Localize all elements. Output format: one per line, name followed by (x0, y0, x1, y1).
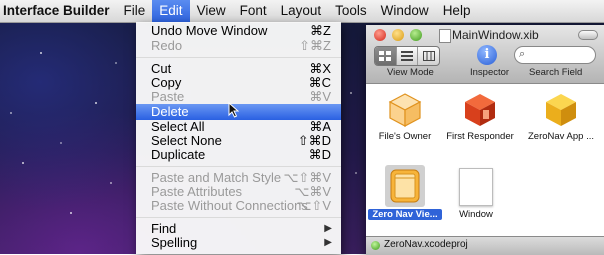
menu-item-label: Paste and Match Style (151, 170, 282, 185)
menu-item-shortcut: ⌥⇧V (296, 198, 331, 213)
menu-item-shortcut: ⌥⇧⌘V (283, 170, 331, 185)
inspector-button[interactable]: i (477, 45, 497, 65)
object-view-controller[interactable]: Zero Nav Vie... (368, 165, 442, 237)
menu-help[interactable]: Help (436, 0, 478, 22)
menu-item-shortcut: ⌥⌘V (294, 184, 331, 199)
yellow-cube-icon (546, 94, 576, 126)
menu-item-shortcut: ⌘X (309, 61, 331, 76)
view-mode-control (374, 46, 440, 66)
search-field[interactable]: ⌕ (514, 46, 596, 64)
menu-item-label: Spelling (151, 235, 198, 250)
menu-item-label: Delete (151, 104, 189, 119)
object-caption: First Responder (446, 131, 514, 142)
menu-separator (136, 166, 341, 167)
menu-item-label: Paste Without Connections (151, 198, 308, 213)
icon-grid-icon (379, 51, 392, 61)
menu-item-shortcut: ⌘C (308, 75, 331, 90)
menu-item-label: Redo (151, 38, 183, 53)
minimize-button[interactable] (392, 29, 404, 41)
object-caption: Window (459, 209, 493, 220)
menu-item-label: Select All (151, 119, 205, 134)
xib-file-icon (439, 29, 451, 43)
menu-item-label: Paste Attributes (151, 184, 243, 199)
close-button[interactable] (374, 29, 386, 41)
object-caption: File's Owner (378, 131, 432, 142)
menu-window[interactable]: Window (374, 0, 436, 22)
window-titlebar[interactable]: MainWindow.xib View Mode i Inspector ⌕ S… (366, 25, 604, 84)
edit-menu-dropdown: Undo Move Window ⌘Z Redo ⇧⌘Z Cut ⌘X Copy… (136, 22, 341, 254)
menu-item-shortcut: ⌘V (309, 89, 331, 104)
window-icon (459, 168, 493, 206)
project-name: ZeroNav.xcodeproj (384, 239, 468, 250)
menu-layout[interactable]: Layout (274, 0, 329, 22)
object-caption: Zero Nav Vie... (368, 209, 442, 220)
view-mode-columns[interactable] (418, 47, 439, 65)
menu-item-paste-match-style[interactable]: Paste and Match Style ⌥⇧⌘V (136, 171, 341, 185)
menu-separator (136, 57, 341, 58)
menu-item-select-all[interactable]: Select All ⌘A (136, 120, 341, 134)
submenu-arrow-icon: ▶ (324, 223, 332, 234)
menu-interface-builder[interactable]: Interface Builder (0, 0, 117, 22)
menu-item-label: Find (151, 221, 177, 236)
object-files-owner[interactable]: File's Owner (368, 89, 442, 161)
menu-item-paste-without-connections[interactable]: Paste Without Connections ⌥⇧V (136, 199, 341, 213)
menu-edit[interactable]: Edit (152, 0, 190, 22)
view-mode-label: View Mode (387, 67, 434, 78)
mouse-pointer-icon (228, 102, 239, 118)
status-bar: ZeroNav.xcodeproj (366, 236, 604, 255)
object-caption: ZeroNav App ... (527, 131, 594, 142)
view-controller-icon (390, 169, 420, 203)
view-mode-list[interactable] (397, 47, 419, 65)
menu-item-duplicate[interactable]: Duplicate ⌘D (136, 148, 341, 162)
search-icon: ⌕ (519, 48, 526, 60)
list-icon (401, 51, 413, 61)
menu-item-shortcut: ⌘D (308, 147, 331, 162)
menu-item-shortcut: ⇧⌘Z (299, 38, 331, 53)
document-window: MainWindow.xib View Mode i Inspector ⌕ S… (366, 25, 604, 255)
menu-item-label: Duplicate (151, 147, 206, 162)
toolbar-toggle-button[interactable] (578, 30, 598, 40)
menu-item-paste-attributes[interactable]: Paste Attributes ⌥⌘V (136, 185, 341, 199)
object-app-delegate[interactable]: ZeroNav App ... (524, 89, 598, 161)
menu-item-copy[interactable]: Copy ⌘C (136, 76, 341, 90)
object-window[interactable]: Window (439, 165, 513, 237)
menu-item-shortcut: ⇧⌘D (297, 133, 331, 148)
view-mode-icons[interactable] (375, 47, 397, 65)
object-first-responder[interactable]: First Responder (443, 89, 517, 161)
menu-file[interactable]: File (117, 0, 153, 22)
window-title: MainWindow.xib (452, 28, 539, 42)
search-field-label: Search Field (529, 67, 583, 78)
menu-item-label: Select None (151, 133, 222, 148)
project-status-icon (371, 241, 380, 250)
menu-item-spelling[interactable]: Spelling ▶ (136, 236, 341, 250)
menu-item-shortcut: ⌘Z (310, 23, 331, 38)
menu-item-undo[interactable]: Undo Move Window ⌘Z (136, 24, 341, 38)
menu-tools[interactable]: Tools (328, 0, 374, 22)
menu-view[interactable]: View (190, 0, 233, 22)
menu-item-cut[interactable]: Cut ⌘X (136, 62, 341, 76)
objects-area: File's Owner First Responder ZeroNav App… (366, 84, 604, 236)
columns-icon (422, 51, 435, 61)
menu-font[interactable]: Font (233, 0, 274, 22)
red-cube-icon (465, 94, 495, 126)
menu-item-redo[interactable]: Redo ⇧⌘Z (136, 39, 341, 53)
menu-item-find[interactable]: Find ▶ (136, 222, 341, 236)
menu-item-select-none[interactable]: Select None ⇧⌘D (136, 134, 341, 148)
menu-item-label: Paste (151, 89, 185, 104)
menu-item-shortcut: ⌘A (309, 119, 331, 134)
menu-item-label: Copy (151, 75, 182, 90)
menu-item-label: Cut (151, 61, 172, 76)
submenu-arrow-icon: ▶ (324, 237, 332, 248)
inspector-label: Inspector (470, 67, 510, 78)
menu-separator (136, 217, 341, 218)
menu-bar: Interface Builder File Edit View Font La… (0, 0, 604, 23)
cube-outline-icon (388, 93, 422, 127)
menu-item-label: Undo Move Window (151, 23, 268, 38)
zoom-button[interactable] (410, 29, 422, 41)
